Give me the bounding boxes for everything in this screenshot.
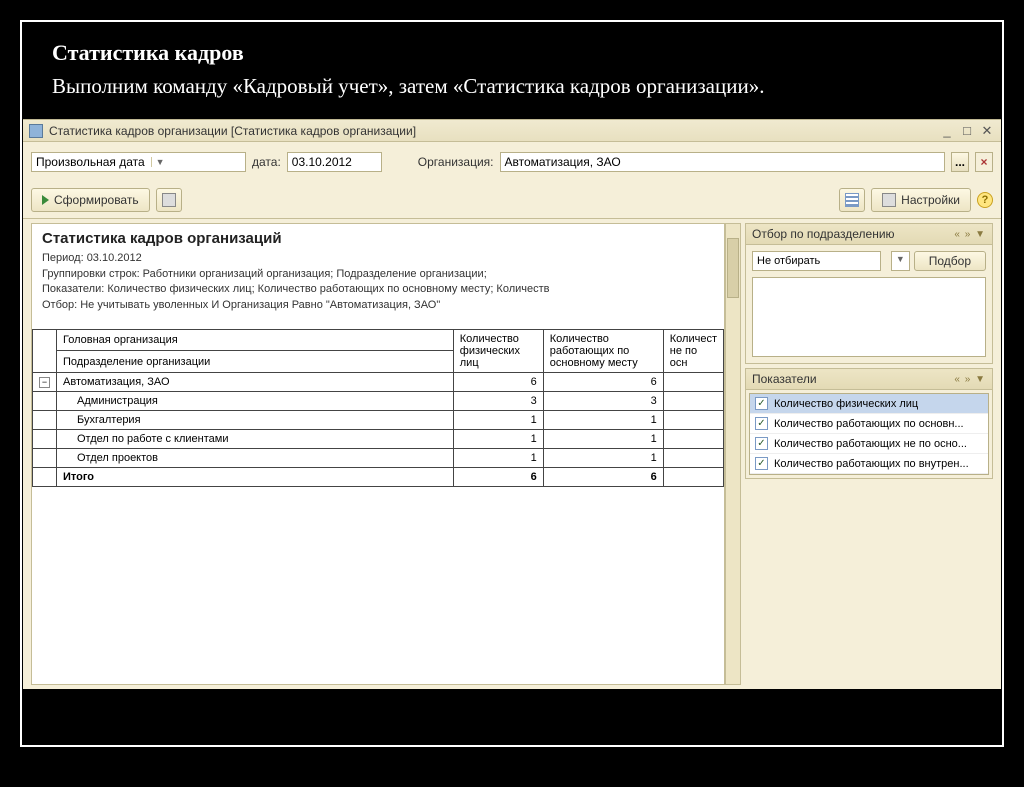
chevrons-icon[interactable]: « » ▼ — [954, 229, 986, 240]
org-label: Организация: — [418, 155, 494, 169]
report-table: Головная организация Количество физическ… — [32, 329, 724, 487]
slide-title: Статистика кадров — [52, 40, 972, 66]
org-picker-button[interactable]: ... — [951, 152, 969, 172]
col-header-count-phys: Количество физических лиц — [453, 329, 543, 372]
grid-button[interactable] — [839, 188, 865, 212]
help-button[interactable]: ? — [977, 192, 993, 208]
generate-button[interactable]: Сформировать — [31, 188, 150, 212]
slide-header: Статистика кадров Выполним команду «Кадр… — [22, 40, 1002, 111]
checkbox[interactable]: ✓ — [755, 457, 768, 470]
tree-column — [33, 329, 57, 372]
org-clear-button[interactable]: × — [975, 152, 993, 172]
org-input[interactable]: Автоматизация, ЗАО — [500, 152, 946, 172]
table-row: Администрация 3 3 — [33, 391, 724, 410]
window-title: Статистика кадров организации [Статистик… — [49, 124, 416, 138]
indicator-item[interactable]: ✓ Количество работающих не по осно... — [750, 434, 988, 454]
print-button[interactable] — [156, 188, 182, 212]
content-area: Статистика кадров организаций Период: 03… — [23, 219, 1001, 689]
slide-subtitle: Выполним команду «Кадровый учет», затем … — [52, 72, 972, 101]
col-header-count-main: Количество работающих по основному месту — [543, 329, 663, 372]
minimize-button[interactable]: _ — [939, 124, 955, 138]
indicators-panel: Показатели « » ▼ ✓ Количество физических… — [745, 368, 993, 479]
filter-panel: Отбор по подразделению « » ▼ Не отбирать… — [745, 223, 993, 364]
indicator-list: ✓ Количество физических лиц ✓ Количество… — [749, 393, 989, 475]
indicator-item[interactable]: ✓ Количество работающих по основн... — [750, 414, 988, 434]
department-list[interactable] — [752, 277, 986, 357]
filter-panel-header: Отбор по подразделению « » ▼ — [746, 224, 992, 245]
maximize-button[interactable]: □ — [959, 124, 975, 138]
chevron-down-icon[interactable]: ▼ — [891, 251, 910, 271]
checkbox[interactable]: ✓ — [755, 417, 768, 430]
chevrons-icon[interactable]: « » ▼ — [954, 374, 986, 385]
slide-frame: Статистика кадров Выполним команду «Кадр… — [20, 20, 1004, 747]
filter-mode-select[interactable]: Не отбирать — [752, 251, 881, 271]
filters-row: Произвольная дата ▼ дата: 03.10.2012 Орг… — [23, 142, 1001, 182]
scrollbar-vertical[interactable] — [725, 223, 741, 685]
checkbox[interactable]: ✓ — [755, 437, 768, 450]
report-title: Статистика кадров организаций — [42, 230, 714, 247]
indicator-item[interactable]: ✓ Количество физических лиц — [750, 394, 988, 414]
col-header-count-not: Количест не по осн — [663, 329, 723, 372]
date-label: дата: — [252, 155, 281, 169]
col-header-org: Головная организация — [57, 329, 454, 351]
table-row: Отдел проектов 1 1 — [33, 448, 724, 467]
play-icon — [42, 195, 49, 205]
table-total-row: Итого 6 6 — [33, 467, 724, 486]
table-row: − Автоматизация, ЗАО 6 6 — [33, 372, 724, 391]
scroll-thumb[interactable] — [727, 238, 739, 298]
date-input[interactable]: 03.10.2012 — [287, 152, 382, 172]
chevron-down-icon: ▼ — [151, 157, 165, 167]
report-header: Статистика кадров организаций Период: 03… — [32, 224, 724, 319]
settings-button[interactable]: Настройки — [871, 188, 971, 212]
col-header-dept: Подразделение организации — [57, 351, 454, 373]
report-pane: Статистика кадров организаций Период: 03… — [31, 223, 725, 685]
report-grouping: Группировки строк: Работники организаций… — [42, 267, 714, 282]
side-panel: Отбор по подразделению « » ▼ Не отбирать… — [745, 223, 993, 685]
checkbox[interactable]: ✓ — [755, 397, 768, 410]
titlebar: Статистика кадров организации [Статистик… — [23, 120, 1001, 142]
settings-icon — [882, 193, 896, 207]
app-window: Статистика кадров организации [Статистик… — [23, 119, 1001, 677]
indicators-panel-header: Показатели « » ▼ — [746, 369, 992, 390]
table-row: Бухгалтерия 1 1 — [33, 410, 724, 429]
table-row: Отдел по работе с клиентами 1 1 — [33, 429, 724, 448]
print-icon — [162, 193, 176, 207]
pick-button[interactable]: Подбор — [914, 251, 986, 271]
indicator-item[interactable]: ✓ Количество работающих по внутрен... — [750, 454, 988, 474]
report-period: Период: 03.10.2012 — [42, 251, 714, 266]
report-indicators: Показатели: Количество физических лиц; К… — [42, 282, 714, 297]
close-button[interactable]: ✕ — [979, 124, 995, 138]
report-filter: Отбор: Не учитывать уволенных И Организа… — [42, 298, 714, 313]
app-icon — [29, 124, 43, 138]
period-type-select[interactable]: Произвольная дата ▼ — [31, 152, 246, 172]
toolbar: Сформировать Настройки ? — [23, 182, 1001, 219]
collapse-button[interactable]: − — [39, 377, 50, 388]
grid-icon — [845, 193, 859, 207]
